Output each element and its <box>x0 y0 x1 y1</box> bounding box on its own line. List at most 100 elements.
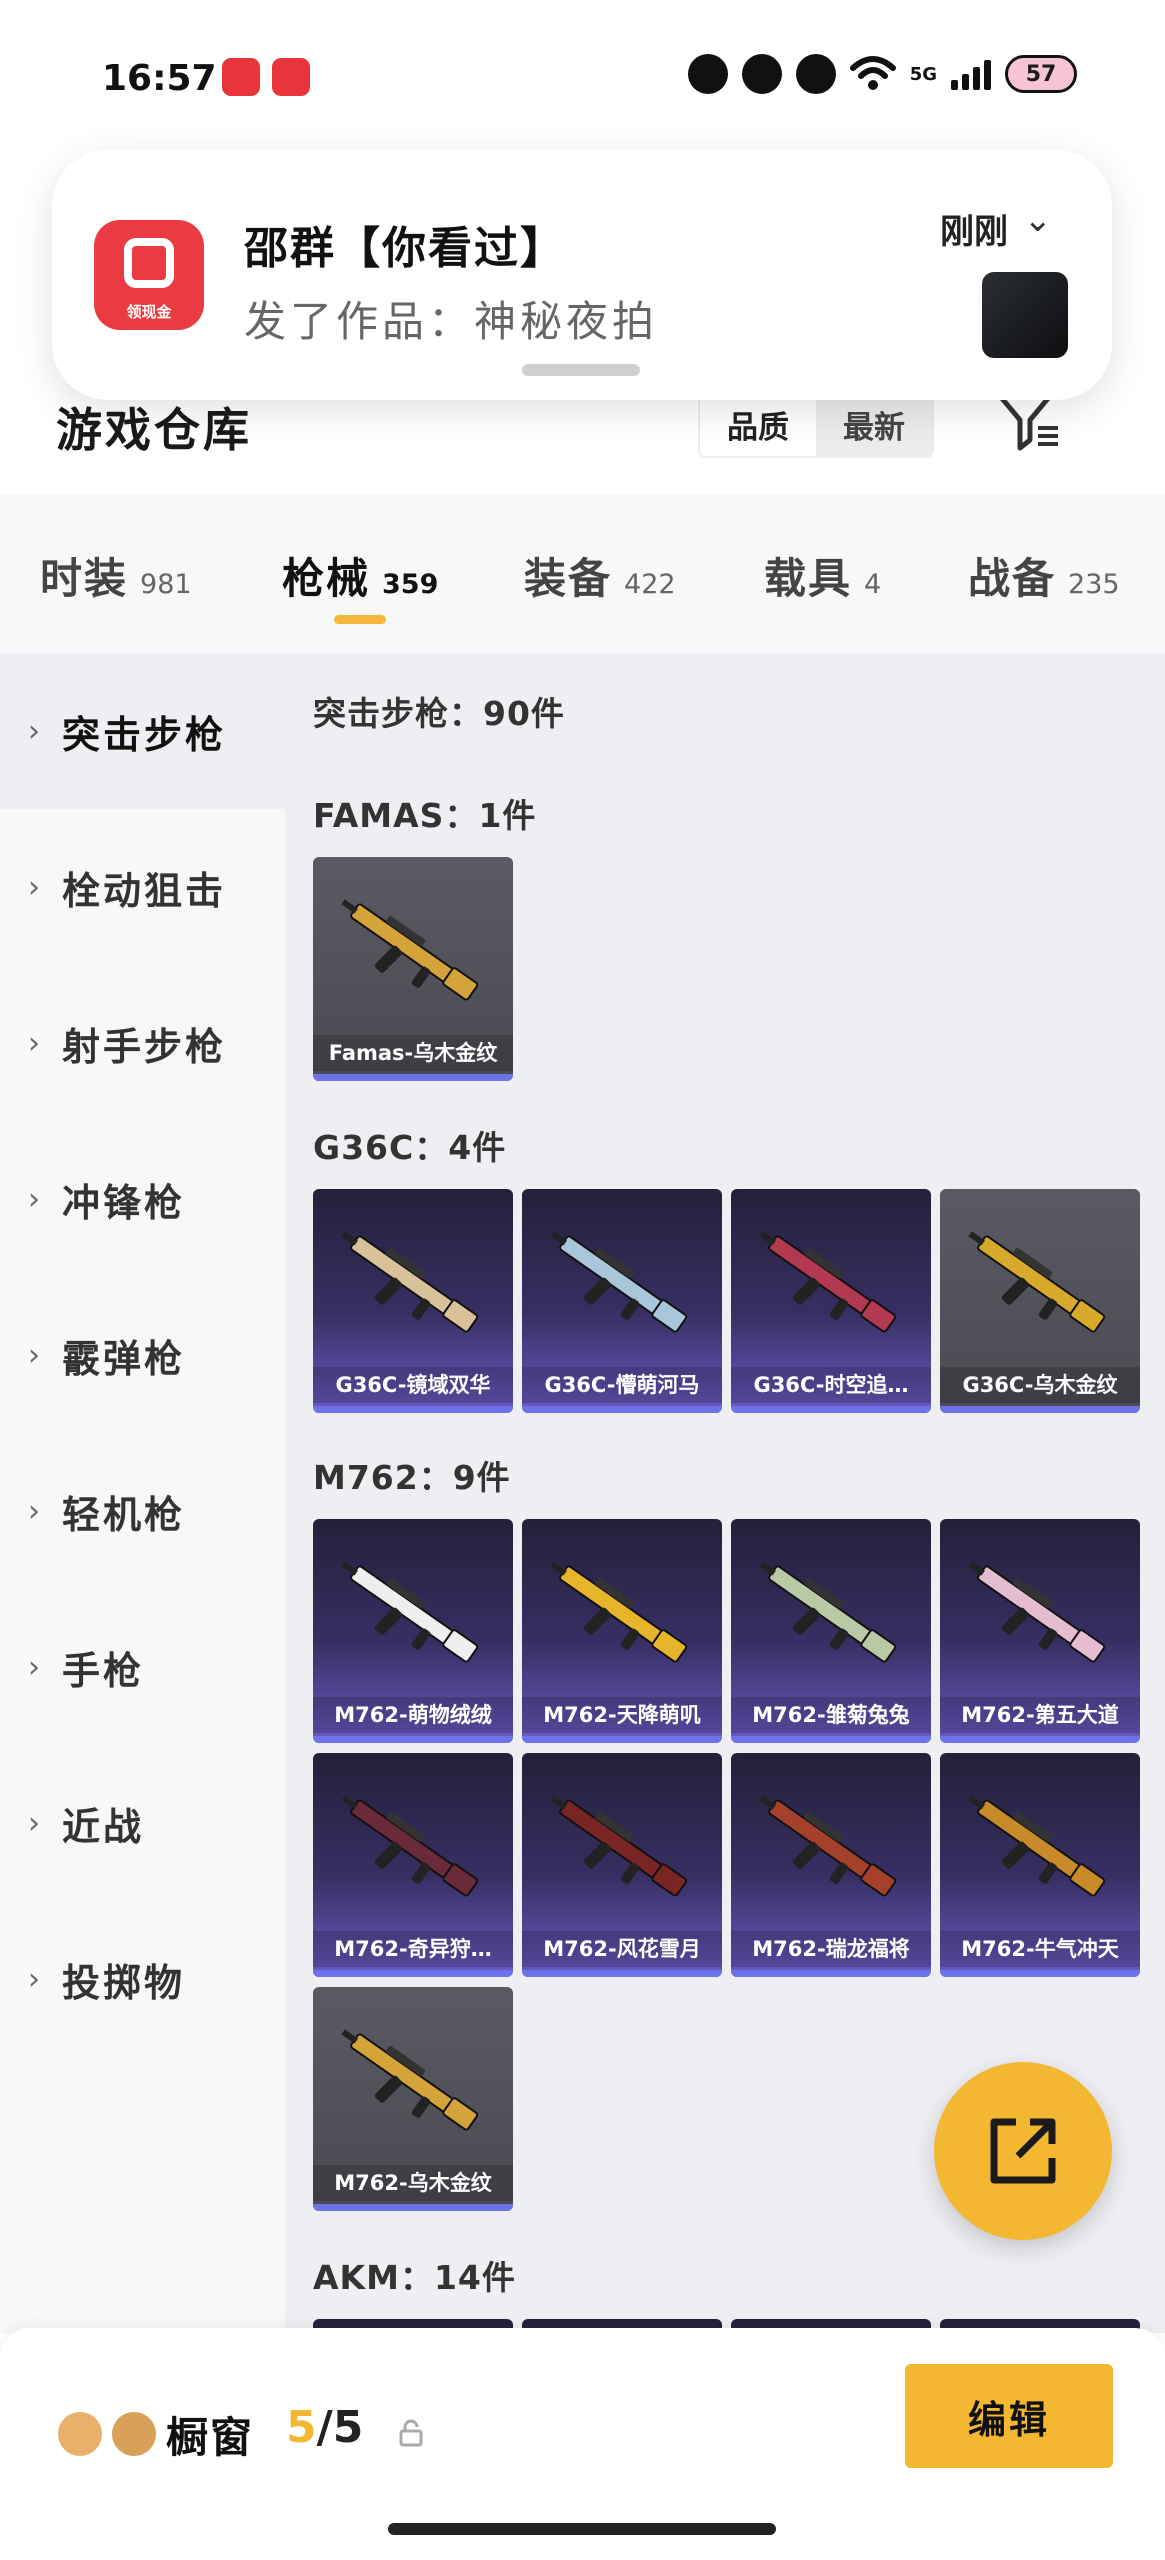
status-time: 16:57 <box>102 58 217 99</box>
battery-level: 57 <box>1025 61 1057 87</box>
rarity-bar <box>522 1736 722 1743</box>
weapon-card-label: G36C-时空追… <box>731 1367 931 1403</box>
chevron-down-icon[interactable]: ⌄ <box>1024 200 1053 240</box>
weapon-card-label: Famas-乌木金纹 <box>313 1035 513 1071</box>
sidebar-item-label: 射手步枪 <box>62 1024 227 1069</box>
chevron-right-icon: › <box>28 869 40 905</box>
weapon-card[interactable]: M762-瑞龙福将 <box>731 1753 931 1977</box>
share-button[interactable] <box>934 2062 1112 2240</box>
category-tabs: 时装 981 枪械 359 装备 422 载具 4 战备 235 <box>0 495 1165 653</box>
tab-label: 战备 <box>968 554 1057 603</box>
showcase-separator: / <box>316 2402 333 2453</box>
sidebar-item-throwable[interactable]: › 投掷物 <box>0 1901 285 2057</box>
signal-icon <box>951 58 991 90</box>
weapon-card-label: M762-萌物绒绒 <box>313 1697 513 1733</box>
sidebar-item-bolt-sniper[interactable]: › 栓动狙击 <box>0 809 285 965</box>
weapon-card[interactable]: M762-乌木金纹 <box>313 1987 513 2211</box>
rifle-icon <box>968 1231 1106 1333</box>
weapon-card-label: M762-牛气冲天 <box>940 1931 1140 1967</box>
tab-fashion[interactable]: 时装 981 <box>40 545 192 606</box>
sidebar-item-smg[interactable]: › 冲锋枪 <box>0 1121 285 1277</box>
home-indicator[interactable] <box>388 2523 776 2535</box>
weapon-card[interactable]: Famas-乌木金纹 <box>313 857 513 1081</box>
tab-label: 装备 <box>524 554 613 603</box>
sidebar-item-shotgun[interactable]: › 霰弹枪 <box>0 1277 285 1433</box>
sidebar-item-lmg[interactable]: › 轻机枪 <box>0 1433 285 1589</box>
sort-latest-button[interactable]: 最新 <box>816 392 932 456</box>
paw-icon <box>795 54 836 94</box>
sidebar-item-label: 冲锋枪 <box>62 1180 186 1225</box>
showcase-current: 5 <box>286 2402 317 2453</box>
rifle-icon <box>550 1561 688 1663</box>
rifle-icon <box>759 1231 897 1333</box>
weapon-card[interactable]: M762-雏菊兔兔 <box>731 1519 931 1743</box>
tab-label: 枪械 <box>282 554 371 603</box>
chevron-right-icon: › <box>28 1961 40 1997</box>
rifle-icon <box>550 1231 688 1333</box>
weapon-card[interactable]: M762-牛气冲天 <box>940 1753 1140 1977</box>
weapon-card-label: G36C-镜域双华 <box>313 1367 513 1403</box>
weapon-card-label: M762-乌木金纹 <box>313 2165 513 2201</box>
lock-icon[interactable] <box>396 2418 426 2448</box>
chevron-right-icon: › <box>28 713 40 749</box>
notification-time: 刚刚 <box>940 212 1008 252</box>
edit-button[interactable]: 编辑 <box>905 2364 1113 2468</box>
weapon-card[interactable]: M762-第五大道 <box>940 1519 1140 1743</box>
weapon-card-label: M762-天降萌叽 <box>522 1697 722 1733</box>
tab-vehicles[interactable]: 载具 4 <box>764 545 881 606</box>
sidebar-item-marksman-rifle[interactable]: › 射手步枪 <box>0 965 285 1121</box>
notification-banner[interactable]: 领现金 邵群【你看过】 发了作品：神秘夜拍 刚刚 ⌄ <box>52 150 1112 400</box>
chevron-right-icon: › <box>28 1337 40 1373</box>
chevron-right-icon: › <box>28 1025 40 1061</box>
weapon-card[interactable]: G36C-乌木金纹 <box>940 1189 1140 1413</box>
rarity-bar <box>940 1406 1140 1413</box>
battery-icon: 57 <box>1005 55 1077 93</box>
weapon-card-label: M762-第五大道 <box>940 1697 1140 1733</box>
weapon-card-label: G36C-懵萌河马 <box>522 1367 722 1403</box>
weapon-card-label: G36C-乌木金纹 <box>940 1367 1140 1403</box>
showcase-max: 5 <box>332 2402 364 2453</box>
rarity-bar <box>522 1970 722 1977</box>
tab-firearms[interactable]: 枪械 359 <box>282 545 438 606</box>
sidebar-item-melee[interactable]: › 近战 <box>0 1745 285 1901</box>
rarity-bar <box>522 1406 722 1413</box>
sort-quality-button[interactable]: 品质 <box>700 392 816 456</box>
tab-label: 时装 <box>40 554 129 603</box>
rarity-bar <box>313 2204 513 2211</box>
weapon-card-label: M762-风花雪月 <box>522 1931 722 1967</box>
showcase-count: 5/5 <box>286 2402 363 2453</box>
group-title-akm: AKM：14件 <box>313 2258 516 2297</box>
tab-count: 981 <box>140 569 192 600</box>
weapon-card[interactable]: G36C-时空追… <box>731 1189 931 1413</box>
sidebar-item-label: 霰弹枪 <box>62 1336 186 1381</box>
weapon-card[interactable]: M762-天降萌叽 <box>522 1519 722 1743</box>
weapon-card[interactable]: M762-风花雪月 <box>522 1753 722 1977</box>
notification-drag-handle[interactable] <box>522 364 640 376</box>
rifle-icon <box>550 1795 688 1897</box>
tab-gear[interactable]: 战备 235 <box>968 545 1120 606</box>
active-tab-indicator <box>334 615 386 624</box>
tab-count: 4 <box>864 569 882 600</box>
weapon-type-sidebar: › 突击步枪 › 栓动狙击 › 射手步枪 › 冲锋枪 › 霰弹枪 › 轻机枪 ›… <box>0 653 285 2333</box>
weapon-card-label: M762-瑞龙福将 <box>731 1931 931 1967</box>
weapon-card[interactable]: G36C-镜域双华 <box>313 1189 513 1413</box>
group-title-g36c: G36C：4件 <box>313 1128 507 1167</box>
weapon-card[interactable]: G36C-懵萌河马 <box>522 1189 722 1413</box>
weapon-card-label: M762-奇异狩… <box>313 1931 513 1967</box>
rarity-bar <box>731 1406 931 1413</box>
rifle-icon <box>341 1231 479 1333</box>
weapon-card[interactable]: M762-萌物绒绒 <box>313 1519 513 1743</box>
notification-app-label: 领现金 <box>126 303 172 321</box>
rifle-icon <box>341 2029 479 2131</box>
notification-body: 发了作品：神秘夜拍 <box>244 297 659 346</box>
group-title-famas: FAMAS：1件 <box>313 796 537 835</box>
sidebar-item-pistol[interactable]: › 手枪 <box>0 1589 285 1745</box>
share-icon <box>990 2118 1056 2184</box>
weapon-card[interactable]: M762-奇异狩… <box>313 1753 513 1977</box>
rarity-bar <box>940 1736 1140 1743</box>
sidebar-item-assault-rifle[interactable]: › 突击步枪 <box>0 653 285 809</box>
sidebar-item-label: 栓动狙击 <box>62 868 227 913</box>
tab-equipment[interactable]: 装备 422 <box>524 545 676 606</box>
sidebar-item-label: 轻机枪 <box>62 1492 186 1537</box>
rarity-bar <box>731 1970 931 1977</box>
